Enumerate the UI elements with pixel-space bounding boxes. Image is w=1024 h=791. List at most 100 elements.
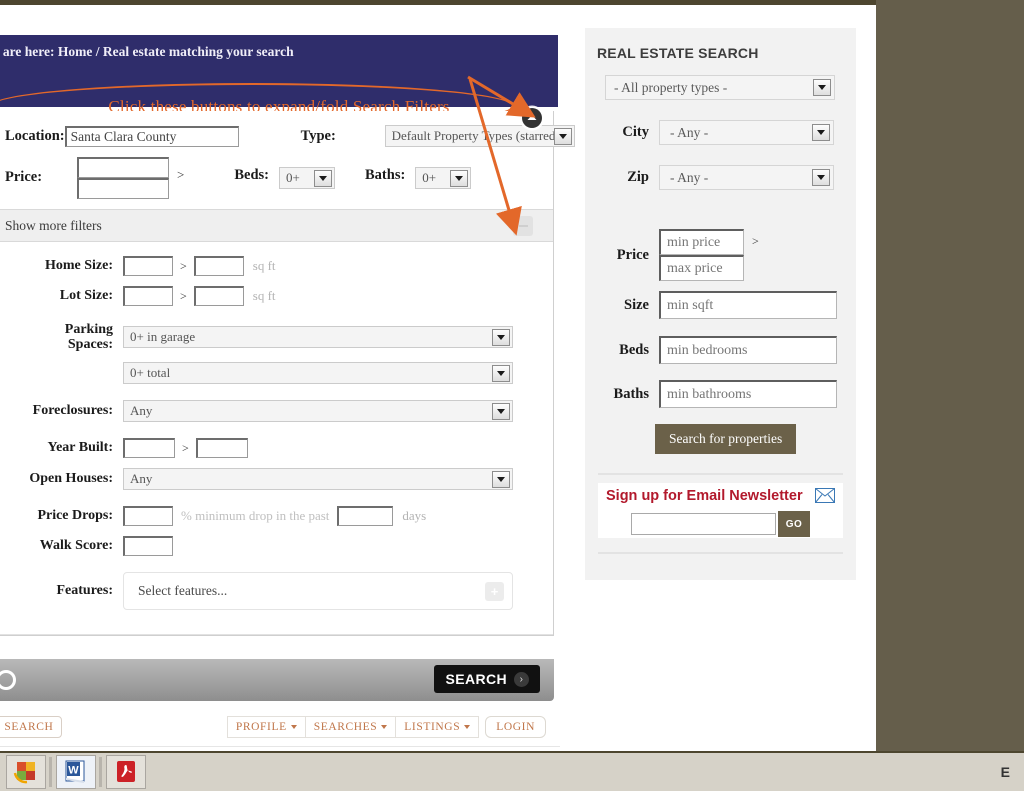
home-size-separator: > <box>180 258 187 273</box>
sidebar-baths-row: Baths <box>597 380 837 408</box>
footer-menu-listings[interactable]: LISTINGS <box>395 716 480 738</box>
year-built-row: Year Built: > <box>0 438 531 458</box>
svg-text:W: W <box>68 765 79 777</box>
open-houses-value: Any <box>130 471 153 486</box>
search-filters-card: Location: Type: Default Property Types (… <box>0 111 575 636</box>
sidebar-search-button[interactable]: Search for properties <box>655 424 797 454</box>
newsletter-go-button[interactable]: GO <box>778 511 810 537</box>
location-input[interactable] <box>64 125 239 147</box>
parking-garage-value: 0+ in garage <box>130 329 196 344</box>
baths-value: 0+ <box>422 170 437 185</box>
footer-menu-group: PROFILE SEARCHES LISTINGS LOGIN <box>226 716 546 738</box>
browser-page: u are here: Home / Real estate matching … <box>0 5 876 751</box>
sidebar-price-label: Price <box>616 246 649 263</box>
footer-menu-profile[interactable]: PROFILE <box>226 716 305 738</box>
login-button[interactable]: LOGIN <box>485 716 546 738</box>
sidebar-baths-input[interactable] <box>659 380 837 408</box>
home-size-max-input[interactable] <box>193 256 244 276</box>
parking-garage-row: Parking Spaces: 0+ in garage <box>0 322 531 352</box>
save-search-button[interactable]: AVE SEARCH <box>0 716 63 738</box>
sidebar-size-label: Size <box>624 296 649 313</box>
lot-size-separator: > <box>180 288 187 303</box>
walk-score-input[interactable] <box>123 536 173 556</box>
sidebar-size-input[interactable] <box>659 291 837 319</box>
sidebar-price-min-input[interactable] <box>659 229 744 255</box>
price-drop-days-input[interactable] <box>337 506 394 526</box>
show-more-filters-bar[interactable]: Show more filters <box>0 209 553 242</box>
taskbar-tray-text: E <box>1000 764 1010 780</box>
walk-score-row: Walk Score: <box>0 536 531 556</box>
home-size-label: Home Size: <box>44 258 113 273</box>
beds-baths-group: Beds: 0+ Baths: 0+ <box>234 157 472 189</box>
price-label: Price: <box>5 169 43 185</box>
features-select[interactable]: Select features... + <box>123 572 513 610</box>
lot-size-min-input[interactable] <box>123 286 173 306</box>
property-types-select[interactable]: - All property types - <box>605 75 835 100</box>
price-max-input[interactable] <box>77 178 169 199</box>
sidebar-baths-label: Baths <box>613 385 649 402</box>
envelope-icon[interactable] <box>815 488 835 503</box>
year-built-max-input[interactable] <box>195 438 248 458</box>
beds-select[interactable]: 0+ <box>279 167 335 189</box>
taskbar-separator <box>99 757 102 787</box>
footer-menu-listings-label: LISTINGS <box>404 721 461 733</box>
chevron-down-icon[interactable] <box>492 403 510 420</box>
chevron-down-icon[interactable] <box>450 170 469 187</box>
acrobat-icon[interactable] <box>106 755 146 789</box>
search-button[interactable]: SEARCH › <box>434 665 540 693</box>
foreclosures-value: Any <box>130 403 153 418</box>
newsletter-email-input[interactable] <box>631 513 776 535</box>
chevron-down-icon <box>290 725 297 729</box>
baths-label: Baths: <box>365 167 406 183</box>
property-type-select[interactable]: Default Property Types (starred) <box>384 125 575 147</box>
home-size-min-input[interactable] <box>123 256 173 276</box>
walk-score-label: Walk Score: <box>39 538 113 553</box>
zip-select[interactable]: - Any - <box>659 165 834 190</box>
sidebar-divider <box>598 473 843 475</box>
lot-size-max-input[interactable] <box>193 286 244 306</box>
features-placeholder: Select features... <box>138 583 228 598</box>
price-inputs <box>77 157 169 199</box>
breadcrumb-home-link[interactable]: Home <box>58 44 93 59</box>
chevron-down-icon[interactable] <box>492 329 510 346</box>
chevron-right-icon: › <box>514 671 529 687</box>
word-icon[interactable]: W <box>56 755 96 789</box>
year-built-min-input[interactable] <box>123 438 175 458</box>
city-select[interactable]: - Any - <box>659 120 834 145</box>
location-row: Location: Type: Default Property Types (… <box>5 125 575 147</box>
breadcrumb-band: u are here: Home / Real estate matching … <box>0 35 558 129</box>
chevron-down-icon[interactable] <box>812 124 830 141</box>
show-more-filters-label: Show more filters <box>5 217 102 233</box>
sidebar-price-row: Price > <box>597 229 759 281</box>
features-row: Features: Select features... + <box>0 572 531 610</box>
chevron-down-icon[interactable] <box>314 170 332 187</box>
expand-filters-button[interactable] <box>519 105 545 131</box>
sidebar-beds-input[interactable] <box>659 336 837 364</box>
chevron-down-icon[interactable] <box>553 128 572 145</box>
sidebar-title: REAL ESTATE SEARCH <box>597 45 759 61</box>
parking-total-select[interactable]: 0+ total <box>123 362 513 384</box>
price-min-input[interactable] <box>77 157 169 178</box>
baths-select[interactable]: 0+ <box>415 167 472 189</box>
photo-app-icon[interactable] <box>6 755 46 789</box>
footer-menu-searches[interactable]: SEARCHES <box>304 716 396 738</box>
parking-total-value: 0+ total <box>130 365 171 380</box>
chevron-down-icon[interactable] <box>492 471 510 488</box>
chevron-down-icon[interactable] <box>492 365 510 382</box>
price-drops-days-text: days <box>402 508 427 523</box>
foreclosures-select[interactable]: Any <box>123 400 513 422</box>
plus-icon[interactable]: + <box>485 582 504 601</box>
collapse-filters-button[interactable] <box>513 216 533 236</box>
beds-value: 0+ <box>286 170 300 185</box>
chevron-down-icon[interactable] <box>813 79 831 96</box>
sidebar-price-max-input[interactable] <box>659 255 744 281</box>
parking-label-line2: Spaces: <box>67 337 113 352</box>
lot-size-label: Lot Size: <box>59 288 113 303</box>
open-houses-select[interactable]: Any <box>123 468 513 490</box>
parking-garage-select[interactable]: 0+ in garage <box>123 326 513 348</box>
price-drop-percent-input[interactable] <box>123 506 173 526</box>
breadcrumb-separator: / <box>95 44 100 59</box>
chevron-down-icon[interactable] <box>812 169 830 186</box>
footer-divider <box>0 746 560 747</box>
foreclosures-row: Foreclosures: Any <box>0 400 531 422</box>
